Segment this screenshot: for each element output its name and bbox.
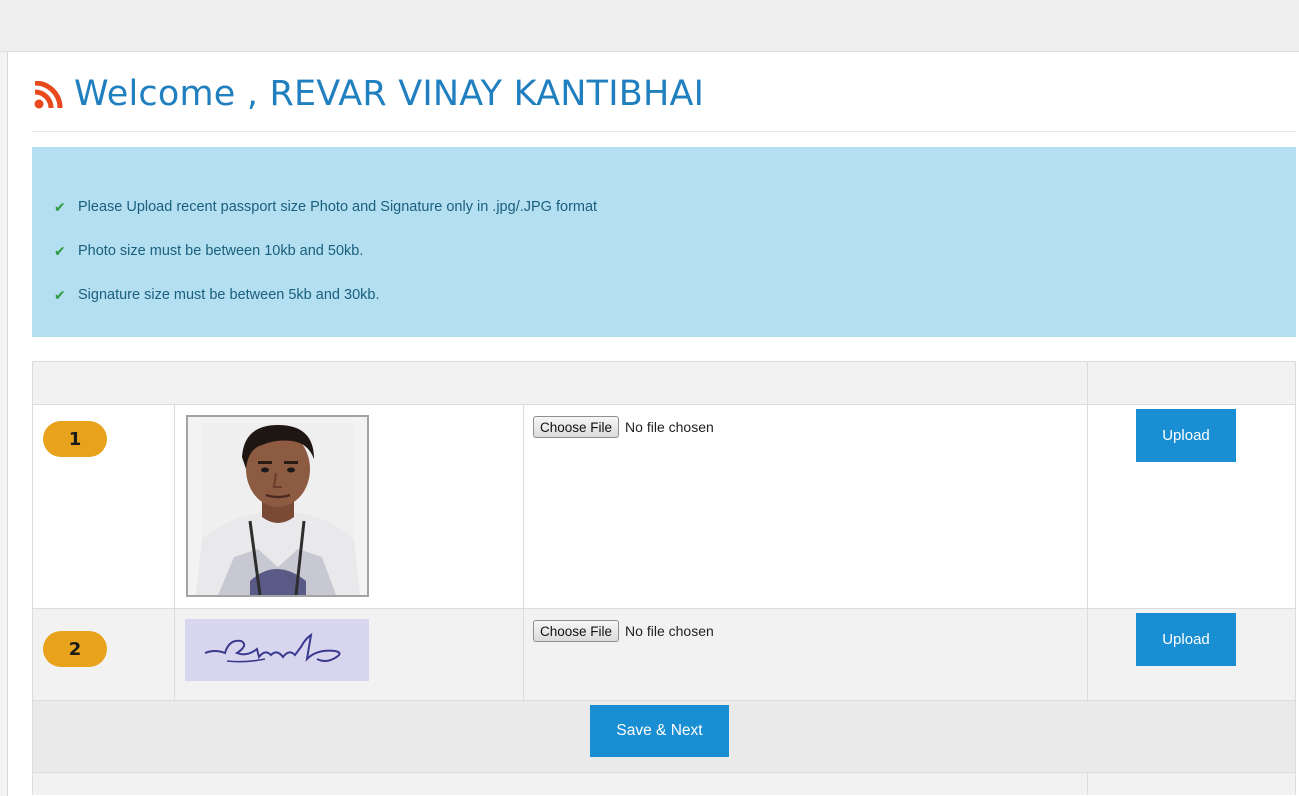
upload-action-cell: Upload [1088, 609, 1295, 700]
upload-signature-button[interactable]: Upload [1136, 613, 1236, 666]
instruction-item: ✔ Photo size must be between 10kb and 50… [54, 229, 1296, 273]
table-header-cell [33, 362, 1088, 404]
page-title: Welcome , REVAR VINAY KANTIBHAI [74, 74, 705, 114]
instruction-text: Signature size must be between 5kb and 3… [78, 287, 380, 303]
instruction-item: ✔ Please Upload recent passport size Pho… [54, 185, 1296, 229]
check-icon: ✔ [54, 198, 66, 215]
instruction-text: Please Upload recent passport size Photo… [78, 199, 598, 215]
row-number-badge: 1 [43, 421, 107, 457]
check-icon: ✔ [54, 242, 66, 259]
page-header: Welcome , REVAR VINAY KANTIBHAI [32, 68, 704, 120]
instructions-panel: ✔ Please Upload recent passport size Pho… [32, 147, 1296, 337]
file-status-text: No file chosen [625, 623, 714, 639]
top-bar [0, 0, 1299, 52]
signature-file-input[interactable]: Choose File No file chosen [533, 620, 714, 642]
person-photo-image [188, 417, 367, 595]
choose-file-button[interactable]: Choose File [533, 416, 620, 438]
save-row: Save & Next [33, 701, 1295, 773]
table-header-cell [1088, 362, 1295, 404]
preview-cell [175, 405, 524, 608]
photo-preview [186, 415, 369, 597]
instruction-text: Photo size must be between 10kb and 50kb… [78, 243, 364, 259]
upload-table: 1 Choose File No file chosen Upload 2 Ch… [32, 361, 1296, 795]
instruction-item: ✔ Signature size must be between 5kb and… [54, 273, 1296, 317]
signature-preview [185, 619, 369, 681]
file-input-cell: Choose File No file chosen [524, 609, 1088, 700]
row-number-cell: 1 [33, 405, 175, 608]
rss-icon [34, 81, 63, 109]
table-footer-cell [1088, 773, 1295, 795]
signature-image [185, 619, 369, 681]
row-number-badge: 2 [43, 631, 107, 667]
table-header-row [33, 362, 1295, 405]
file-input-cell: Choose File No file chosen [524, 405, 1088, 608]
table-row: 1 Choose File No file chosen Upload [33, 405, 1295, 609]
upload-action-cell: Upload [1088, 405, 1295, 608]
save-next-button[interactable]: Save & Next [590, 705, 729, 757]
page-left-edge [0, 0, 8, 796]
header-divider [32, 131, 1296, 132]
table-footer-row [33, 773, 1295, 795]
choose-file-button[interactable]: Choose File [533, 620, 620, 642]
table-row: 2 Choose File No file chosen Upload [33, 609, 1295, 701]
photo-file-input[interactable]: Choose File No file chosen [533, 416, 714, 438]
row-number-cell: 2 [33, 609, 175, 700]
file-status-text: No file chosen [625, 419, 714, 435]
table-footer-cell [33, 773, 1088, 795]
preview-cell [175, 609, 524, 700]
check-icon: ✔ [54, 286, 66, 303]
upload-photo-button[interactable]: Upload [1136, 409, 1236, 462]
